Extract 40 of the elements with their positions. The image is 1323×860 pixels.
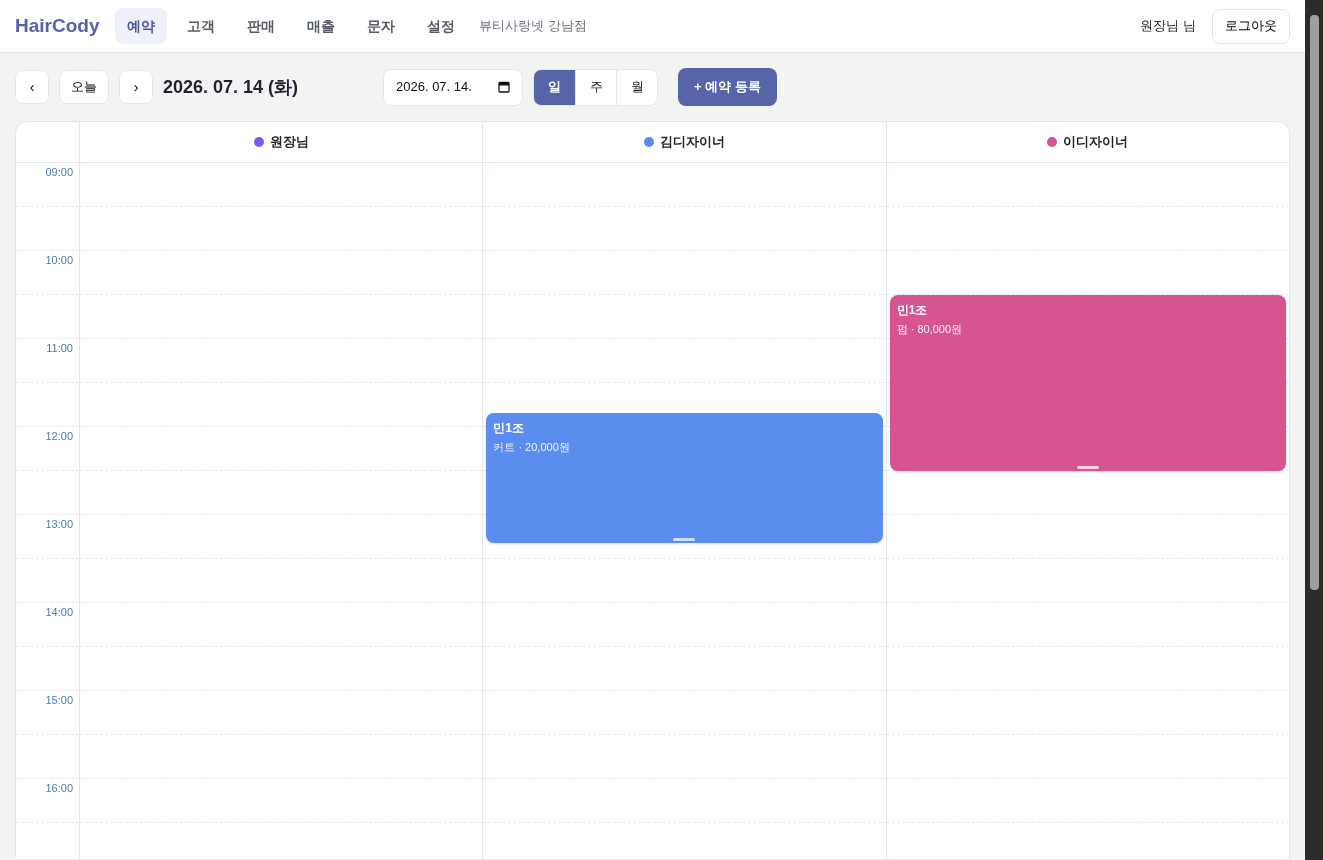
- nav-tab[interactable]: 설정: [415, 8, 468, 44]
- time-label: 09:00: [45, 167, 73, 180]
- nav-tab[interactable]: 고객: [175, 8, 228, 44]
- scroll-thumb[interactable]: [1309, 15, 1319, 590]
- time-label: 13:00: [45, 519, 73, 532]
- nav-tab[interactable]: 예약: [115, 8, 168, 44]
- date-title: 2026. 07. 14 (화): [163, 75, 300, 99]
- next-button[interactable]: ›: [119, 70, 153, 104]
- staff-name: 원장님: [269, 133, 309, 152]
- time-label: 14:00: [45, 607, 73, 620]
- scrollbar[interactable]: [1305, 0, 1323, 860]
- service-detail: 펌 · 80,000원: [896, 322, 964, 337]
- brand-logo[interactable]: HairCody: [15, 11, 100, 41]
- nav-tab[interactable]: 문자: [355, 8, 408, 44]
- service-detail: 커트 · 20,000원: [493, 440, 571, 455]
- resize-handle[interactable]: [1076, 466, 1099, 469]
- time-label: 10:00: [45, 255, 73, 268]
- logout-button[interactable]: 로그아웃: [1212, 8, 1290, 44]
- calendar-icon[interactable]: [498, 81, 510, 93]
- view-tab[interactable]: 주: [575, 69, 616, 105]
- time-label: 11:00: [46, 343, 73, 356]
- view-tab[interactable]: 월: [616, 69, 657, 105]
- nav-tab[interactable]: 매출: [295, 8, 348, 44]
- today-button[interactable]: 오늘: [59, 70, 109, 104]
- shop-name: 뷰티사랑넷 강남점: [479, 17, 588, 36]
- customer-name: 민1조: [493, 420, 525, 437]
- time-label: 12:00: [45, 431, 73, 444]
- add-reservation-button[interactable]: + 예약 등록: [678, 68, 777, 106]
- previous-button[interactable]: ‹: [15, 70, 49, 104]
- user-name: 원장님 님: [1140, 17, 1196, 36]
- staff-name: 이디자이너: [1063, 133, 1129, 152]
- staff-name: 김디자이너: [660, 133, 725, 152]
- view-tab[interactable]: 일: [534, 69, 575, 105]
- time-label: 16:00: [45, 783, 73, 796]
- resize-handle[interactable]: [673, 538, 696, 541]
- nav-tab[interactable]: 판매: [235, 8, 288, 44]
- date-field[interactable]: 2026. 07. 14.: [383, 68, 523, 106]
- appointment-card[interactable]: 민1조 펌 · 80,000원: [889, 295, 1286, 471]
- time-label: 15:00: [45, 695, 73, 708]
- customer-name: 민1조: [896, 302, 929, 319]
